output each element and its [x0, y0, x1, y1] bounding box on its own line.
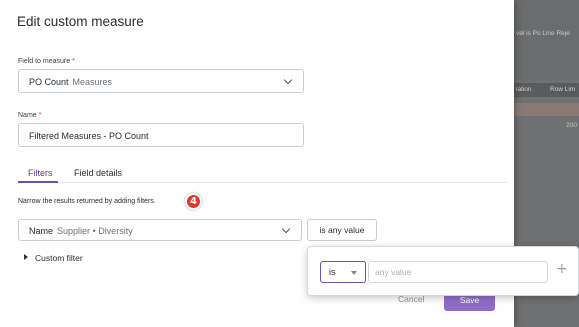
background-tab: Row Lim: [550, 86, 576, 93]
field-to-measure-label-text: Field to measure: [18, 58, 71, 65]
field-to-measure-select[interactable]: PO Count Measures: [18, 69, 304, 93]
custom-filter-label: Custom filter: [35, 253, 83, 263]
name-input-value: Filtered Measures - PO Count: [29, 131, 149, 141]
active-tab-indicator: [18, 181, 58, 183]
condition-popover: is +: [307, 246, 579, 296]
value-input[interactable]: [369, 262, 547, 282]
field-value: PO Count: [29, 77, 69, 87]
background-tab: iation: [516, 86, 532, 93]
operator-value: is: [329, 267, 336, 277]
background-header-text: vel is Po Line Reje: [516, 30, 570, 37]
field-sub-value: Measures: [72, 77, 113, 87]
caret-down-icon: [351, 271, 357, 275]
tab-filters[interactable]: Filters: [28, 168, 53, 178]
caret-right-icon: [24, 254, 28, 260]
field-to-measure-label: Field to measure *: [18, 58, 75, 65]
operator-select[interactable]: is: [320, 261, 366, 283]
dialog-title: Edit custom measure: [17, 14, 144, 29]
filter-field-name: Name: [29, 226, 54, 236]
filters-hint: Narrow the results returned by adding fi…: [18, 198, 156, 205]
value-input-wrapper: [368, 261, 548, 283]
condition-pill[interactable]: is any value: [307, 219, 377, 241]
chevron-down-icon: [281, 224, 291, 234]
tabs-divider: [18, 182, 508, 183]
background-header: [512, 0, 579, 80]
chevron-down-icon: [283, 75, 293, 85]
filter-field-select[interactable]: Name Supplier • Diversity: [18, 219, 302, 241]
background-number: 200: [566, 122, 577, 129]
custom-filter-toggle[interactable]: Custom filter: [24, 253, 83, 263]
background-strip: [512, 103, 579, 116]
filter-field-value: Name Supplier • Diversity: [29, 226, 133, 236]
name-label: Name *: [18, 112, 41, 119]
required-mark: *: [38, 112, 42, 119]
required-mark: *: [72, 58, 75, 65]
step-badge: 4: [185, 193, 202, 210]
filter-field-sub: Supplier • Diversity: [57, 226, 133, 236]
add-icon[interactable]: +: [556, 261, 568, 277]
name-input[interactable]: Filtered Measures - PO Count: [18, 123, 304, 147]
tab-field-details[interactable]: Field details: [74, 168, 122, 178]
field-to-measure-value: PO Count Measures: [29, 77, 112, 87]
name-label-text: Name: [18, 112, 37, 119]
